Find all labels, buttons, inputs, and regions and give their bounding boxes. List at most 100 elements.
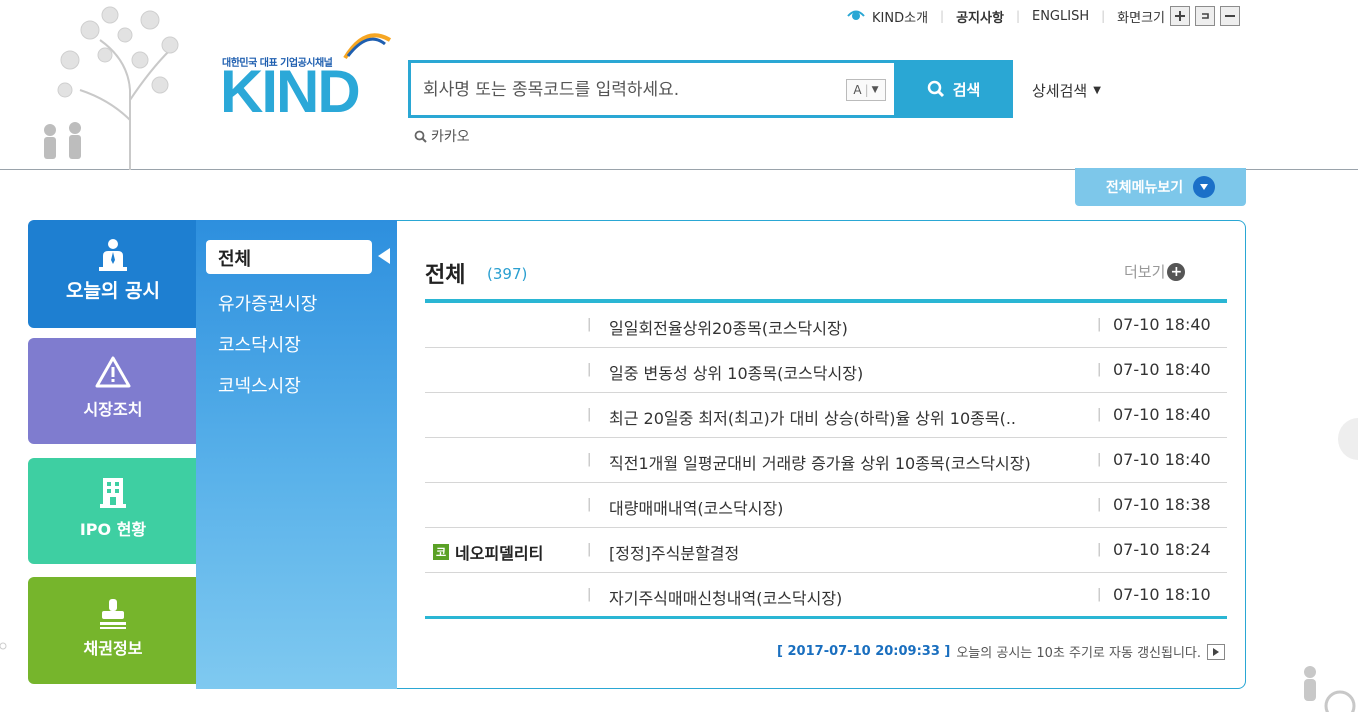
disclosure-title[interactable]: 일중 변동성 상위 10종목(코스닥시장) [609,360,863,384]
all-menu-button[interactable]: 전체메뉴보기 [1075,168,1246,206]
stamp-icon [28,597,198,629]
search-button[interactable]: 검색 [894,60,1013,118]
chevron-down-icon [1193,176,1216,198]
category-ipo-status[interactable]: IPO 현황 [28,458,198,564]
subnav-active-label: 전체 [218,249,252,270]
play-icon [1213,647,1219,656]
subnav-item-konex[interactable]: 코넥스시장 [218,372,301,398]
divider: | [1097,542,1102,557]
category-label: 오늘의 공시 [65,280,160,302]
category-label: 시장조치 [83,400,143,419]
advanced-search-link[interactable]: 상세검색 ▼ [1032,80,1101,101]
company-label: 네오피델리티 [455,544,544,563]
notice-link[interactable]: 공지사항 [956,7,1004,26]
warning-icon [28,356,198,388]
list-item[interactable]: | 대량매매내역(코스닥시장) | 07-10 18:38 [425,483,1227,528]
plus-circle-icon: + [1167,262,1186,281]
subnav-item-all[interactable]: 전체 [206,240,372,274]
disclosure-time: 07-10 18:40 [1113,405,1211,424]
all-menu-label: 전체메뉴보기 [1105,180,1184,196]
search-input[interactable] [423,77,823,103]
disclosure-time: 07-10 18:10 [1113,585,1211,604]
disclosure-time: 07-10 18:38 [1113,495,1211,514]
caret-down-icon: ▼ [871,85,879,95]
zoom-in-button[interactable] [1170,6,1190,26]
header: KIND소개 | 공지사항 | ENGLISH | 화면크기 대한민국 대표 기… [0,0,1358,170]
refresh-timestamp: [ 2017-07-10 20:09:33 ] [777,644,951,659]
plus-icon [1175,11,1185,21]
company-name[interactable]: 코 네오피델리티 [433,540,543,564]
lang-toggle-label: A [853,83,862,97]
category-today-disclosure[interactable]: 오늘의 공시 [28,220,198,328]
more-link[interactable]: 더보기 + [1124,261,1186,282]
category-bond-info[interactable]: 채권정보 [28,577,198,684]
divider: | [1097,407,1102,422]
advanced-search-label: 상세검색 [1032,82,1088,100]
caret-down-icon: ▼ [1093,85,1101,96]
market-subnav: 전체 유가증권시장 코스닥시장 코넥스시장 [196,220,398,689]
disclosure-title[interactable]: 최근 20일중 최저(최고)가 대비 상승(하락)율 상위 10종목(.. [609,405,1016,429]
disclosure-title[interactable]: 직전1개월 일평균대비 거래량 증가율 상위 10종목(코스닥시장) [609,450,1031,474]
disclosure-title[interactable]: [정정]주식분할결정 [609,540,739,564]
divider: | [1097,317,1102,332]
active-pointer-icon [378,248,390,264]
divider: | [587,452,592,467]
decoration-icon [0,642,7,650]
divider: | [1015,9,1020,23]
divider: | [1097,497,1102,512]
zoom-out-button[interactable] [1220,6,1240,26]
list-item[interactable]: | 일일회전율상위20종목(코스닥시장) | 07-10 18:40 [425,303,1227,348]
tree-illustration-icon [44,6,179,170]
divider: | [587,497,592,512]
english-link[interactable]: ENGLISH [1032,9,1089,24]
disclosure-title[interactable]: 대량매매내역(코스닥시장) [609,495,783,519]
subnav-item-kosdaq[interactable]: 코스닥시장 [218,331,301,357]
divider: | [1097,587,1102,602]
building-icon [28,476,198,508]
disclosure-time: 07-10 18:24 [1113,540,1211,559]
disclosure-time: 07-10 18:40 [1113,315,1211,334]
divider: | [940,9,945,23]
cyclist-illustration-icon [1304,666,1356,712]
disclosure-title[interactable]: 자기주식매매신청내역(코스닥시장) [609,585,842,609]
disclosure-panel: 전체 (397) 더보기 + | 일일회전율상위20종목(코스닥시장) | 07… [397,220,1246,689]
divider: | [587,407,592,422]
zoom-reset-button[interactable] [1195,6,1215,26]
divider: | [587,587,592,602]
list-item[interactable]: | 최근 20일중 최저(최고)가 대비 상승(하락)율 상위 10종목(.. … [425,393,1227,438]
utility-links: KIND소개 | 공지사항 | ENGLISH | 화면크기 [846,6,1240,26]
person-icon [28,238,198,272]
auto-refresh-notice: [ 2017-07-10 20:09:33 ] 오늘의 공시는 10초 주기로 … [777,642,1225,661]
play-button[interactable] [1207,643,1225,660]
category-market-action[interactable]: 시장조치 [28,338,198,444]
input-language-toggle[interactable]: A | ▼ [846,79,886,101]
disclosure-count: (397) [487,265,528,283]
side-scroll-handle[interactable] [1338,418,1358,460]
reset-icon [1202,13,1209,19]
divider: | [587,362,592,377]
subnav-item-kospi[interactable]: 유가증권시장 [218,290,317,316]
search-icon [927,80,944,98]
divider: | [1097,452,1102,467]
kakao-search-link[interactable]: 카카오 [414,126,470,146]
list-item[interactable]: | 자기주식매매신청내역(코스닥시장) | 07-10 18:10 [425,573,1227,619]
kind-logo[interactable]: 대한민국 대표 기업공시채널 KIND [220,30,395,122]
panel-title: 전체 [425,263,466,288]
list-item[interactable]: | 일중 변동성 상위 10종목(코스닥시장) | 07-10 18:40 [425,348,1227,393]
category-label: 채권정보 [83,639,143,658]
kind-intro-link[interactable]: KIND소개 [846,7,928,26]
list-item[interactable]: | 직전1개월 일평균대비 거래량 증가율 상위 10종목(코스닥시장) | 0… [425,438,1227,483]
divider: | [1097,362,1102,377]
search-box: A | ▼ [408,60,896,118]
search-icon [414,130,427,143]
kind-intro-label: KIND소개 [872,10,929,26]
category-label: IPO 현황 [79,520,147,539]
screen-size-label: 화면크기 [1117,10,1165,26]
divider: | [587,542,592,557]
disclosure-time: 07-10 18:40 [1113,360,1211,379]
disclosure-time: 07-10 18:40 [1113,450,1211,469]
logo-swoosh-icon [343,33,392,60]
disclosure-title[interactable]: 일일회전율상위20종목(코스닥시장) [609,315,848,339]
list-item[interactable]: 코 네오피델리티 | [정정]주식분할결정 | 07-10 18:24 [425,528,1227,573]
kind-logo-icon [847,10,865,20]
